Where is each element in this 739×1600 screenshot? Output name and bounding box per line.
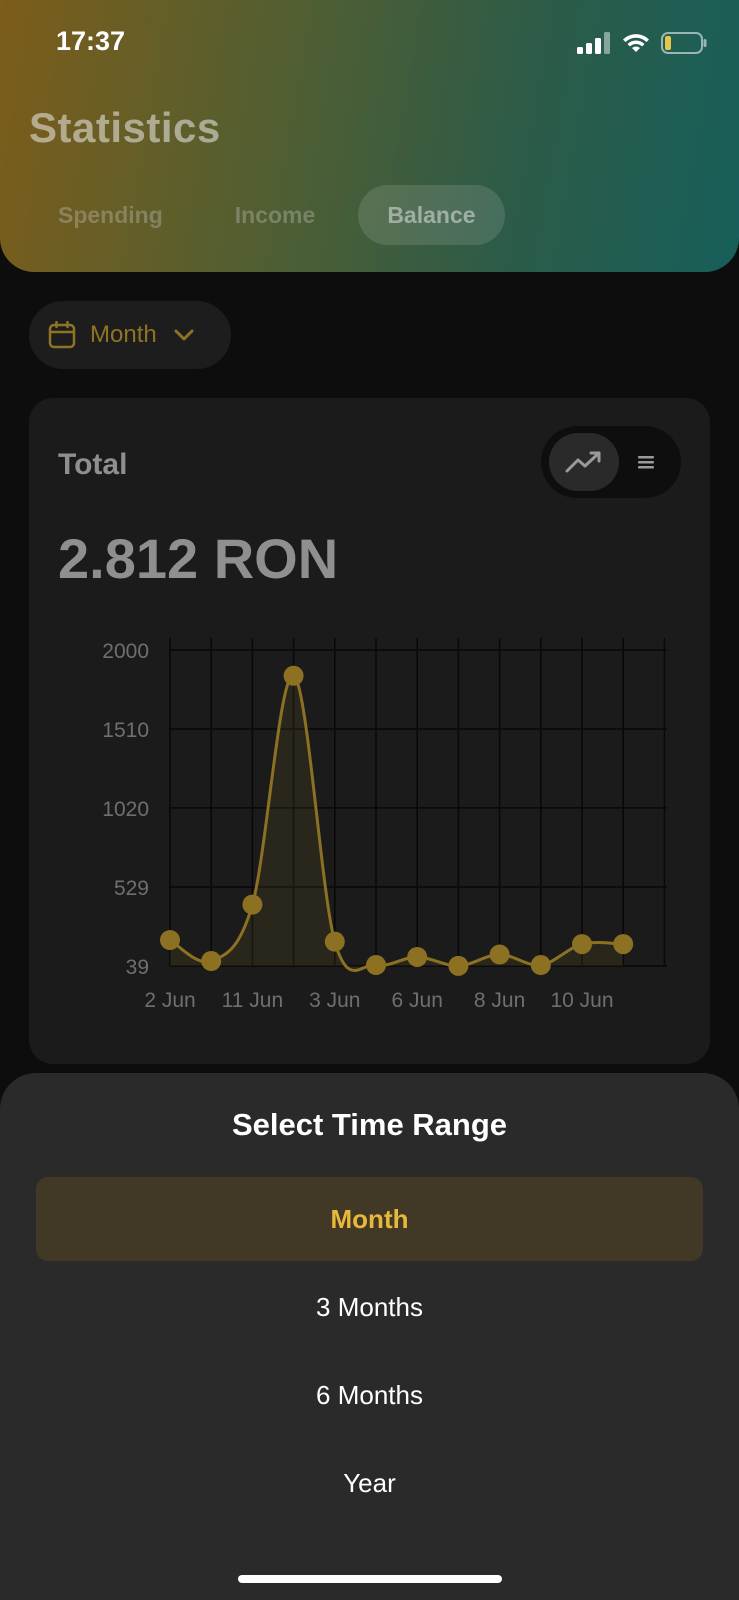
time-range-sheet: Select Time Range Month 3 Months 6 Month… <box>0 1073 739 1600</box>
tab-spending[interactable]: Spending <box>29 185 192 245</box>
calendar-icon <box>48 321 76 349</box>
status-icons <box>577 32 707 54</box>
y-tick-label: 1510 <box>102 719 149 742</box>
series-line <box>169 674 624 972</box>
chart-view-toggle <box>541 426 681 498</box>
status-time: 17:37 <box>56 26 126 56</box>
line-view-button[interactable] <box>549 433 619 491</box>
list-icon <box>638 456 654 469</box>
header: 17:37 Statistics Spending Income Balance <box>0 0 739 272</box>
x-tick-label: 11 Jun <box>222 989 284 1012</box>
y-tick-label: 1020 <box>102 798 149 821</box>
tab-income[interactable]: Income <box>206 185 345 245</box>
x-tick-label: 6 Jun <box>392 989 443 1012</box>
data-point <box>489 944 510 965</box>
data-point <box>201 951 222 972</box>
data-point <box>448 955 469 976</box>
tab-balance[interactable]: Balance <box>358 185 505 245</box>
data-point <box>242 894 263 915</box>
battery-icon <box>661 32 707 54</box>
time-range-button[interactable]: Month <box>29 301 231 369</box>
balance-line-chart: 39 529 1020 1510 2000 2 Jun 11 Jun 3 Jun 6 Jun 8 … <box>102 638 667 1012</box>
total-card: Total 2.812 RON 39 529 1020 1510 2000 2 Jun 11… <box>29 398 710 1064</box>
tab-bar: Spending Income Balance <box>29 185 519 245</box>
x-tick-label: 10 Jun <box>550 989 613 1012</box>
data-point <box>160 930 180 951</box>
option-6-months[interactable]: 6 Months <box>36 1353 703 1437</box>
data-point <box>324 931 345 952</box>
y-tick-label: 2000 <box>102 640 149 663</box>
y-tick-label: 529 <box>114 877 149 900</box>
data-point <box>366 955 386 976</box>
total-value: 2.812 RON <box>58 527 339 590</box>
x-tick-label: 3 Jun <box>309 989 360 1012</box>
sheet-title: Select Time Range <box>231 1107 508 1142</box>
list-view-button[interactable] <box>611 433 681 491</box>
page-title: Statistics <box>29 104 221 151</box>
data-point <box>530 955 551 976</box>
option-month[interactable]: Month <box>36 1177 703 1261</box>
battery-level <box>665 36 671 50</box>
option-3-months[interactable]: 3 Months <box>36 1265 703 1349</box>
chevron-down-icon <box>174 329 194 341</box>
status-bar: 17:37 <box>0 0 739 90</box>
y-tick-label: 39 <box>126 956 149 979</box>
wifi-icon <box>623 34 649 52</box>
time-range-label: Month <box>90 321 157 348</box>
card-title: Total <box>58 448 128 481</box>
x-tick-label: 8 Jun <box>474 989 525 1012</box>
data-point <box>283 665 304 686</box>
x-tick-label: 2 Jun <box>144 989 195 1012</box>
data-point <box>572 934 592 955</box>
trend-line-icon <box>565 451 601 473</box>
data-point <box>613 934 634 955</box>
signal-icon <box>577 32 610 54</box>
option-year[interactable]: Year <box>36 1441 703 1525</box>
series-area-fill <box>170 675 624 971</box>
home-indicator[interactable] <box>238 1575 502 1583</box>
data-point <box>407 946 428 967</box>
